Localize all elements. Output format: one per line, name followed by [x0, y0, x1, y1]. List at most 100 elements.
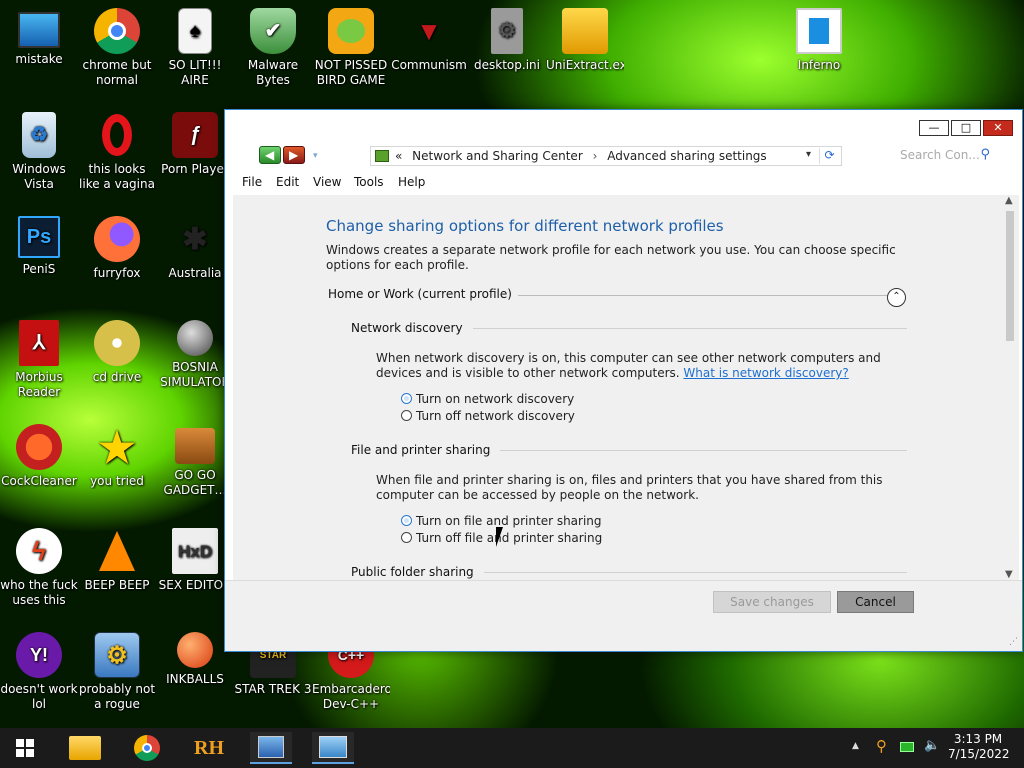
breadcrumb-separator-icon[interactable]: ›	[593, 149, 598, 163]
menu-edit[interactable]: Edit	[276, 175, 299, 189]
vertical-scrollbar[interactable]: ▲ ▼	[1002, 195, 1019, 580]
close-button[interactable]: ✕	[983, 120, 1013, 136]
back-button[interactable]: ◀	[259, 146, 281, 164]
taskbar-network[interactable]	[250, 732, 292, 764]
taskbar-control-panel[interactable]	[312, 732, 354, 764]
desktop-icon-malwarebytes[interactable]: ✔ Malware Bytes	[234, 8, 312, 88]
desktop-icon-who-uses-this[interactable]: ϟ who the fuck uses this	[0, 528, 78, 608]
desktop-icon-beep-beep[interactable]: BEEP BEEP	[78, 528, 156, 593]
desktop-icon-bosnia-simulator[interactable]: BOSNIA SIMULATOR	[156, 320, 234, 390]
spider-icon: ✱	[182, 222, 208, 256]
desktop-icon-uniextract[interactable]: UniExtract.exe	[546, 8, 624, 73]
desktop-icon-desktop-ini[interactable]: ⚙ desktop.ini	[468, 8, 546, 73]
settings-content: Change sharing options for different net…	[233, 195, 1006, 580]
tray-overflow-icon[interactable]: ▲	[852, 741, 859, 751]
desktop-icon-cockcleaner[interactable]: CockCleaner	[0, 424, 78, 489]
desktop-icon-windows-vista[interactable]: ♻ Windows Vista	[0, 112, 78, 192]
start-button[interactable]	[4, 732, 46, 764]
menu-help[interactable]: Help	[398, 175, 425, 189]
radio-unselected-icon[interactable]	[401, 532, 412, 543]
desktop-icon-chrome[interactable]: chrome but normal colors	[78, 8, 156, 88]
mouse-cursor-icon	[496, 527, 510, 547]
profile-header[interactable]: Home or Work (current profile)	[328, 287, 518, 301]
radio-unselected-icon[interactable]	[401, 410, 412, 421]
desktop-icon-you-tried[interactable]: ★ you tried	[78, 424, 156, 489]
collapse-chevron-icon[interactable]: ⌃	[887, 288, 906, 307]
menu-view[interactable]: View	[313, 175, 341, 189]
navigation-bar: ◀ ▶ ▾ « Network and Sharing Center › Adv…	[225, 143, 1022, 169]
radio-network-discovery-on[interactable]: Turn on network discovery	[401, 392, 574, 406]
windows-logo-icon	[16, 739, 34, 757]
firefox-icon	[94, 216, 140, 262]
radio-selected-icon[interactable]	[401, 515, 412, 526]
battery-icon[interactable]	[900, 741, 914, 755]
window-icon	[796, 8, 842, 54]
network-discovery-description: When network discovery is on, this compu…	[376, 351, 896, 381]
ball-icon	[177, 632, 213, 668]
radio-file-sharing-on[interactable]: Turn on file and printer sharing	[401, 514, 602, 528]
address-bar[interactable]: « Network and Sharing Center › Advanced …	[370, 146, 842, 166]
desktop-icon-sex-editor[interactable]: HxD SEX EDITOR	[156, 528, 234, 593]
search-input[interactable]: Search Con...	[900, 148, 980, 162]
desktop-icon-inferno[interactable]: Inferno	[780, 8, 858, 73]
save-changes-button[interactable]: Save changes	[713, 591, 831, 613]
desktop-icon-communism[interactable]: ▼ Communism	[390, 8, 468, 73]
title-bar[interactable]: — □ ✕	[225, 110, 1022, 142]
scroll-up-icon[interactable]: ▲	[1005, 195, 1013, 206]
page-description: Windows creates a separate network profi…	[326, 243, 896, 272]
taskbar-explorer[interactable]	[64, 732, 106, 764]
cancel-button[interactable]: Cancel	[837, 591, 914, 613]
desktop-icon-rogue[interactable]: ⚙ probably not a rogue	[78, 632, 156, 712]
desktop-icon-furryfox[interactable]: furryfox	[78, 216, 156, 281]
menu-file[interactable]: File	[242, 175, 262, 189]
box-icon	[562, 8, 608, 54]
desktop-icon-opera[interactable]: this looks like a vagina lol	[78, 112, 156, 192]
search-box[interactable]: Search Con... ⚲	[894, 146, 992, 166]
radio-network-discovery-off[interactable]: Turn off network discovery	[401, 409, 575, 423]
file-printer-sharing-heading: File and printer sharing	[351, 443, 501, 457]
desktop-icon-photoshop[interactable]: Ps PeniS	[0, 216, 78, 277]
resize-grip-icon[interactable]: ⋰	[1009, 637, 1018, 647]
flash-icon: ƒ	[172, 112, 218, 158]
minimize-button[interactable]: —	[919, 120, 949, 136]
what-is-network-discovery-link[interactable]: What is network discovery?	[683, 366, 848, 380]
taskbar-rh[interactable]: RH	[188, 732, 230, 764]
desktop-icon-mistake[interactable]: mistake	[0, 8, 78, 67]
menu-tools[interactable]: Tools	[354, 175, 384, 189]
volume-icon[interactable]: 🔈	[924, 738, 940, 753]
status-bar: ⋰	[225, 630, 1022, 651]
desktop-icon-bird-game[interactable]: NOT PISSED BIRD GAME	[312, 8, 390, 88]
search-icon[interactable]: ⚲	[980, 147, 990, 162]
scroll-thumb[interactable]	[1006, 211, 1014, 341]
star-icon: ★	[98, 423, 136, 471]
recent-pages-dropdown[interactable]: ▾	[313, 151, 318, 161]
brush-icon	[16, 424, 62, 470]
taskbar-chrome[interactable]	[126, 732, 168, 764]
forward-button[interactable]: ▶	[283, 146, 305, 164]
yahoo-icon: Y!	[16, 632, 62, 678]
gear-monitor-icon: ⚙	[94, 632, 140, 678]
recycle-bin-icon: ♻	[22, 112, 56, 158]
desktop-icon-porn-player[interactable]: ƒ Porn Player	[156, 112, 234, 177]
menu-bar: File Edit View Tools Help	[225, 173, 1022, 193]
search-tray-icon[interactable]: ⚲	[876, 737, 887, 755]
desktop-icon-solitaire[interactable]: ♠ SO LIT!!! AIRE	[156, 8, 234, 88]
breadcrumb-overflow[interactable]: «	[395, 149, 402, 163]
network-icon	[258, 736, 284, 758]
system-clock[interactable]: 3:13 PM 7/15/2022	[948, 732, 1010, 762]
taskbar: RH ▲ ⚲ 🔈 3:13 PM 7/15/2022	[0, 728, 1024, 768]
breadcrumb-network-sharing-center[interactable]: Network and Sharing Center	[412, 149, 583, 163]
desktop-icon-australia[interactable]: ✱ Australia	[156, 216, 234, 281]
maximize-button[interactable]: □	[951, 120, 981, 136]
desktop-icon-morbius-reader[interactable]: ⅄ Morbius Reader	[0, 320, 78, 400]
refresh-icon[interactable]: ⟳	[819, 148, 839, 164]
scroll-down-icon[interactable]: ▼	[1005, 569, 1013, 580]
address-dropdown-icon[interactable]: ▾	[806, 149, 811, 160]
desktop-icon-cd-drive[interactable]: cd drive	[78, 320, 156, 385]
cd-icon	[94, 320, 140, 366]
desktop-icon-gadget[interactable]: GO GO GADGET…	[156, 424, 234, 498]
desktop-icon-yahoo[interactable]: Y! doesn't work lol	[0, 632, 78, 712]
radio-selected-icon[interactable]	[401, 393, 412, 404]
desktop-icon-inkballs[interactable]: INKBALLS	[156, 632, 234, 687]
breadcrumb-advanced-sharing[interactable]: Advanced sharing settings	[607, 149, 766, 163]
